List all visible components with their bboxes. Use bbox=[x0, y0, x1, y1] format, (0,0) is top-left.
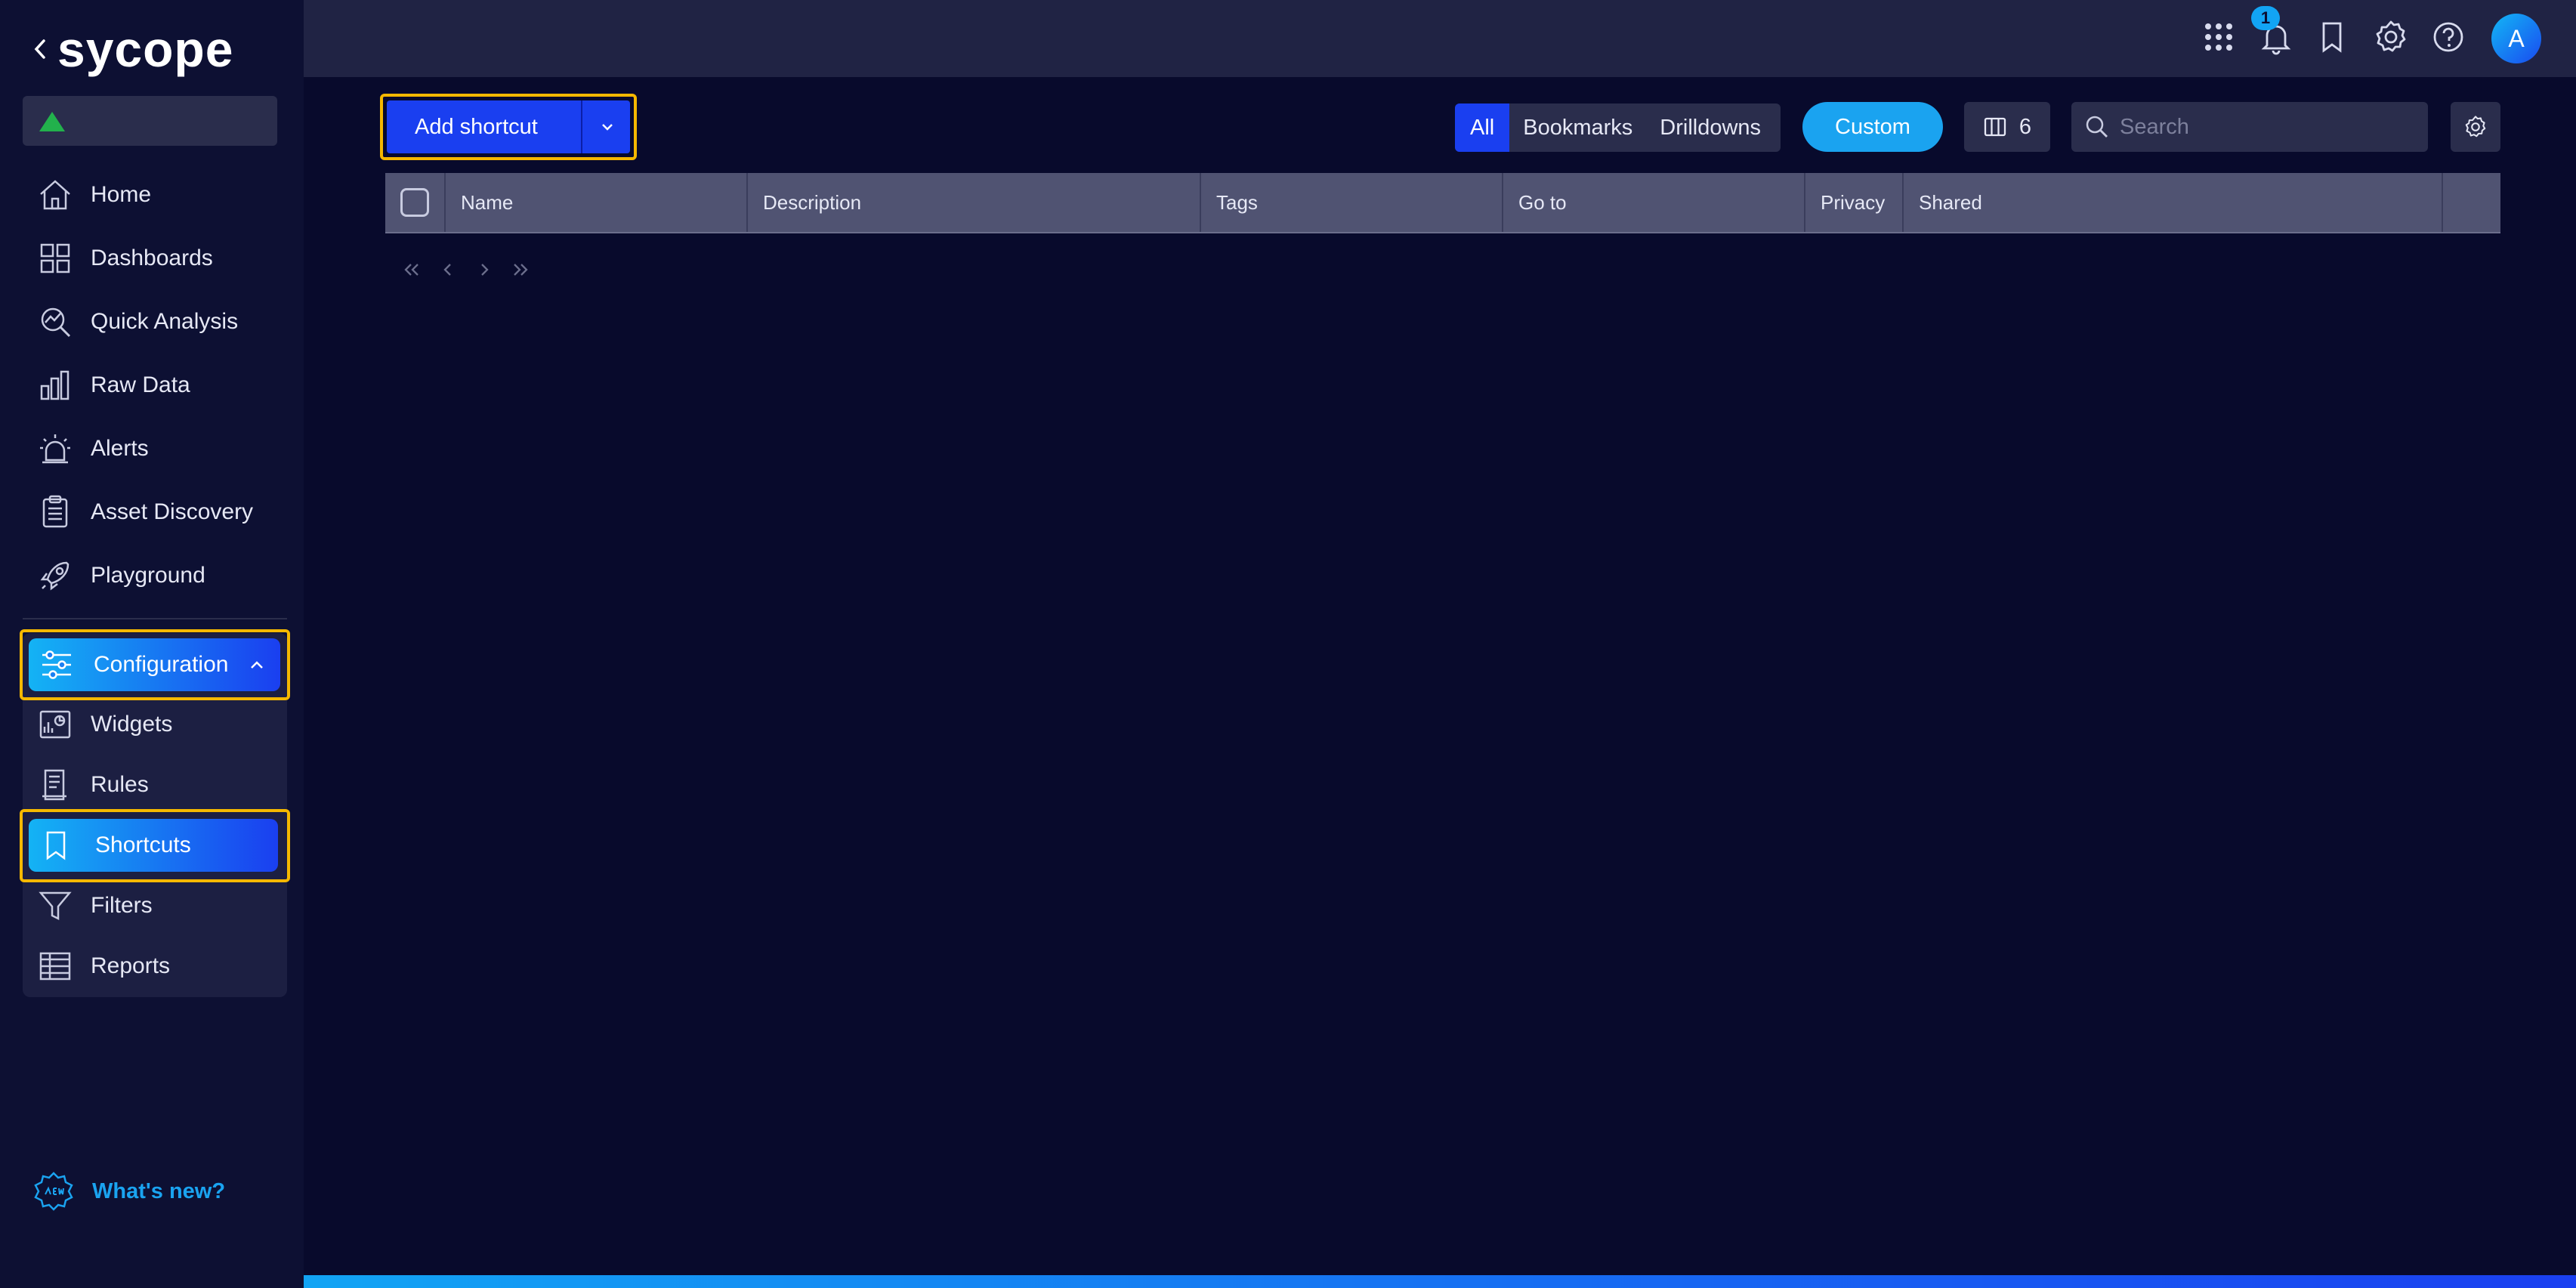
logo-text: sycope bbox=[57, 21, 234, 77]
sidebar-item-filters[interactable]: Filters bbox=[23, 876, 283, 935]
table-header: Name Description Tags Go to Privacy Shar… bbox=[385, 173, 2500, 233]
sidebar-item-asset-discovery[interactable]: Asset Discovery bbox=[23, 483, 283, 542]
avatar[interactable]: A bbox=[2491, 14, 2541, 63]
column-header-privacy[interactable]: Privacy bbox=[1804, 173, 1902, 232]
rocket-icon bbox=[40, 561, 69, 591]
filter-all[interactable]: All bbox=[1455, 103, 1510, 152]
pagination bbox=[400, 258, 545, 281]
select-all-checkbox-cell bbox=[385, 173, 444, 232]
sidebar-item-reports[interactable]: Reports bbox=[23, 937, 283, 996]
sidebar-item-label: Home bbox=[91, 182, 152, 207]
funnel-icon bbox=[39, 891, 72, 921]
logo[interactable]: sycope bbox=[33, 21, 234, 77]
home-icon bbox=[40, 180, 70, 210]
alarm-icon bbox=[40, 434, 70, 464]
custom-button[interactable]: Custom bbox=[1802, 102, 1943, 152]
sidebar-item-label: Asset Discovery bbox=[91, 499, 254, 524]
table-settings-button[interactable] bbox=[2451, 102, 2500, 152]
sidebar-item-widgets[interactable]: Widgets bbox=[23, 695, 283, 754]
bar-chart-icon bbox=[40, 370, 69, 400]
filter-drilldowns[interactable]: Drilldowns bbox=[1646, 103, 1774, 152]
widget-icon bbox=[39, 710, 71, 739]
sidebar-item-dashboards[interactable]: Dashboards bbox=[23, 229, 283, 288]
first-page-icon[interactable] bbox=[400, 258, 423, 281]
new-badge-icon bbox=[34, 1172, 73, 1211]
columns-count: 6 bbox=[2018, 114, 2032, 139]
bottom-accent-bar bbox=[304, 1275, 2576, 1288]
sidebar-item-quick-analysis[interactable]: Quick Analysis bbox=[23, 292, 283, 351]
sidebar-item-raw-data[interactable]: Raw Data bbox=[23, 356, 283, 415]
search-icon bbox=[2086, 116, 2108, 137]
select-all-checkbox[interactable] bbox=[400, 188, 429, 217]
filter-bookmarks[interactable]: Bookmarks bbox=[1509, 103, 1646, 152]
whats-new-link[interactable]: What's new? bbox=[33, 1171, 225, 1212]
table-icon bbox=[39, 952, 71, 981]
search-box bbox=[2071, 102, 2428, 152]
search-input[interactable] bbox=[2118, 113, 2423, 141]
quick-analysis-icon bbox=[41, 307, 71, 338]
highlight-configuration bbox=[20, 629, 290, 700]
gear-icon bbox=[2465, 116, 2486, 137]
last-page-icon[interactable] bbox=[509, 258, 532, 281]
apps-grid-icon[interactable] bbox=[2200, 18, 2238, 56]
next-page-icon[interactable] bbox=[473, 258, 496, 281]
sidebar-item-label: Reports bbox=[91, 953, 171, 978]
clipboard-icon bbox=[42, 495, 68, 528]
prev-page-icon[interactable] bbox=[437, 258, 459, 281]
highlight-shortcuts bbox=[20, 809, 290, 882]
column-header-tags[interactable]: Tags bbox=[1200, 173, 1502, 232]
type-filter-group: All Bookmarks Drilldowns bbox=[1455, 103, 1781, 152]
bookmark-icon[interactable] bbox=[2313, 18, 2351, 56]
whats-new-label: What's new? bbox=[92, 1178, 226, 1203]
column-header-actions bbox=[2442, 173, 2500, 232]
sidebar-item-label: Raw Data bbox=[91, 372, 190, 397]
sensor-selector[interactable] bbox=[23, 96, 277, 146]
column-header-name[interactable]: Name bbox=[444, 173, 746, 232]
sidebar-item-label: Playground bbox=[91, 563, 205, 588]
column-header-go-to[interactable]: Go to bbox=[1502, 173, 1804, 232]
sidebar: sycope Home Dashboards Quick Analysis Ra… bbox=[0, 0, 304, 1288]
sidebar-item-label: Widgets bbox=[91, 712, 173, 737]
highlight-add-shortcut bbox=[380, 94, 637, 160]
columns-button[interactable]: 6 bbox=[1964, 102, 2050, 152]
sidebar-item-label: Filters bbox=[91, 893, 153, 918]
sidebar-item-alerts[interactable]: Alerts bbox=[23, 419, 283, 478]
column-header-description[interactable]: Description bbox=[746, 173, 1200, 232]
sidebar-item-label: Rules bbox=[91, 772, 149, 797]
columns-icon bbox=[1984, 117, 2006, 137]
column-header-shared[interactable]: Shared bbox=[1902, 173, 2442, 232]
sidebar-item-playground[interactable]: Playground bbox=[23, 546, 283, 605]
status-up-icon bbox=[39, 112, 65, 131]
sidebar-item-label: Dashboards bbox=[91, 246, 213, 270]
sidebar-divider bbox=[23, 618, 287, 619]
sidebar-item-home[interactable]: Home bbox=[23, 165, 283, 224]
gear-icon[interactable] bbox=[2372, 18, 2410, 56]
back-chevron-icon[interactable] bbox=[33, 38, 47, 60]
notification-badge[interactable]: 1 bbox=[2251, 6, 2280, 30]
dashboard-icon bbox=[40, 243, 70, 273]
help-icon[interactable] bbox=[2429, 18, 2467, 56]
sidebar-item-label: Quick Analysis bbox=[91, 309, 239, 334]
sidebar-item-rules[interactable]: Rules bbox=[23, 755, 283, 814]
rules-icon bbox=[42, 769, 66, 801]
sidebar-item-label: Alerts bbox=[91, 436, 149, 461]
